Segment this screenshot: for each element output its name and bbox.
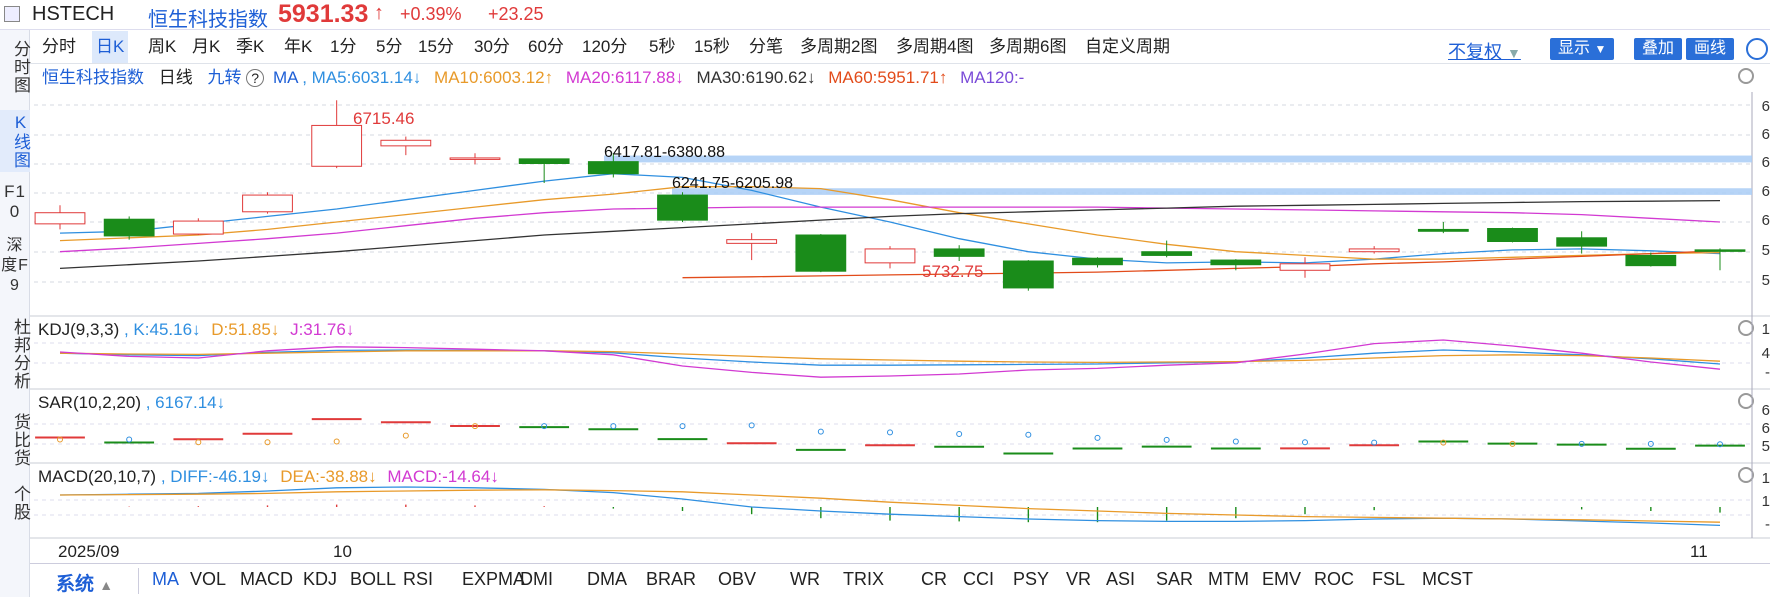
- y-tick-label: 5: [1761, 272, 1770, 289]
- candle-body: [242, 194, 293, 213]
- y-tick-label: 4: [1761, 345, 1770, 362]
- system-label: 系统: [56, 574, 95, 595]
- indicator-sar[interactable]: SAR: [1156, 569, 1193, 590]
- indicator-vr[interactable]: VR: [1066, 569, 1091, 590]
- candle-body: [1002, 260, 1054, 289]
- low-price-label: 5732.75: [922, 262, 984, 281]
- y-tick-label: 6: [1761, 212, 1770, 229]
- candle-body: [1694, 249, 1746, 252]
- y-tick-label: -: [1765, 364, 1770, 381]
- resistance-zone: [604, 155, 1752, 163]
- kdj-j-line: [59, 339, 1721, 378]
- y-tick-label: 6: [1761, 402, 1770, 419]
- indicator-ma[interactable]: MA: [152, 569, 179, 590]
- indicator-fsl[interactable]: FSL: [1372, 569, 1405, 590]
- indicator-trix[interactable]: TRIX: [843, 569, 884, 590]
- indicator-asi[interactable]: ASI: [1106, 569, 1135, 590]
- kdj-d-line: [59, 350, 1721, 364]
- candle-body: [311, 124, 363, 167]
- indicator-cr[interactable]: CR: [921, 569, 947, 590]
- y-tick-label: 6: [1761, 98, 1770, 115]
- y-tick-label: 6: [1761, 183, 1770, 200]
- indicator-obv[interactable]: OBV: [718, 569, 756, 590]
- indicator-vol[interactable]: VOL: [190, 569, 226, 590]
- y-tick-label: 5: [1761, 242, 1770, 259]
- chevron-up-icon: ▲: [99, 577, 114, 593]
- sar-dot: [195, 439, 202, 446]
- indicator-dma[interactable]: DMA: [587, 569, 627, 590]
- y-tick-label: 1: [1761, 470, 1770, 487]
- candle-body: [1072, 257, 1123, 266]
- candle-body: [1279, 263, 1331, 271]
- indicator-dmi[interactable]: DMI: [520, 569, 553, 590]
- divider: [138, 568, 139, 594]
- zone1-label: 6417.81-6380.88: [604, 144, 725, 161]
- chart-canvas[interactable]: [0, 0, 1770, 597]
- candle-body: [1556, 237, 1608, 247]
- candle-body: [1348, 248, 1400, 253]
- y-tick-label: 6: [1761, 420, 1770, 437]
- indicator-expma[interactable]: EXPMA: [462, 569, 525, 590]
- system-menu[interactable]: 系统 ▲: [56, 569, 113, 596]
- sar-dot: [1094, 434, 1101, 441]
- indicator-mtm[interactable]: MTM: [1208, 569, 1249, 590]
- indicator-emv[interactable]: EMV: [1262, 569, 1301, 590]
- indicator-kdj[interactable]: KDJ: [303, 569, 337, 590]
- sar-dot: [956, 431, 963, 437]
- candle-body: [34, 212, 86, 225]
- y-tick-label: 1: [1761, 321, 1770, 338]
- sar-dot: [1232, 438, 1239, 445]
- sar-dot: [333, 438, 340, 445]
- high-price-label: 6715.46: [353, 109, 415, 128]
- candle-body: [1625, 254, 1677, 267]
- indicator-macd[interactable]: MACD: [240, 569, 293, 590]
- y-tick-label: 1: [1761, 493, 1770, 510]
- y-tick-label: -: [1765, 516, 1770, 533]
- sar-dot: [887, 429, 893, 436]
- indicator-boll[interactable]: BOLL: [350, 569, 396, 590]
- candle-body: [933, 248, 985, 257]
- candle-body: [1417, 228, 1469, 232]
- resistance-zone: [672, 188, 1752, 195]
- sar-dot: [126, 436, 133, 443]
- candle-body: [795, 234, 847, 272]
- date-label: 10: [333, 542, 352, 561]
- sar-dot: [748, 422, 755, 429]
- candle-body: [380, 139, 432, 147]
- candle-body: [864, 248, 916, 264]
- date-label: 2025/09: [58, 542, 120, 561]
- candle-body: [518, 158, 570, 165]
- candle-body: [449, 157, 501, 160]
- indicator-brar[interactable]: BRAR: [646, 569, 696, 590]
- indicator-cci[interactable]: CCI: [963, 569, 994, 590]
- sar-dot: [817, 428, 824, 435]
- sar-dot: [1025, 431, 1032, 438]
- ma20-line: [59, 206, 1721, 253]
- sar-dot: [402, 432, 409, 439]
- candle-body: [172, 220, 224, 235]
- indicator-mcst[interactable]: MCST: [1422, 569, 1473, 590]
- candle-body: [1210, 259, 1262, 266]
- candle-body: [103, 218, 155, 237]
- candle-body: [587, 161, 639, 175]
- indicator-rsi[interactable]: RSI: [403, 569, 433, 590]
- sar-dot: [1302, 439, 1308, 446]
- candle-body: [726, 239, 778, 244]
- candle-body: [1487, 228, 1538, 242]
- indicator-roc[interactable]: ROC: [1314, 569, 1354, 590]
- date-label: 11: [1690, 542, 1708, 561]
- y-tick-label: 6: [1761, 154, 1770, 171]
- indicator-psy[interactable]: PSY: [1013, 569, 1049, 590]
- candle-body: [657, 194, 708, 221]
- candle-body: [1141, 251, 1193, 256]
- y-tick-label: 5: [1761, 438, 1770, 455]
- sar-dot: [1163, 436, 1170, 443]
- zone2-label: 6241.75-6205.98: [672, 175, 793, 192]
- y-tick-label: 6: [1761, 126, 1770, 143]
- indicator-wr[interactable]: WR: [790, 569, 820, 590]
